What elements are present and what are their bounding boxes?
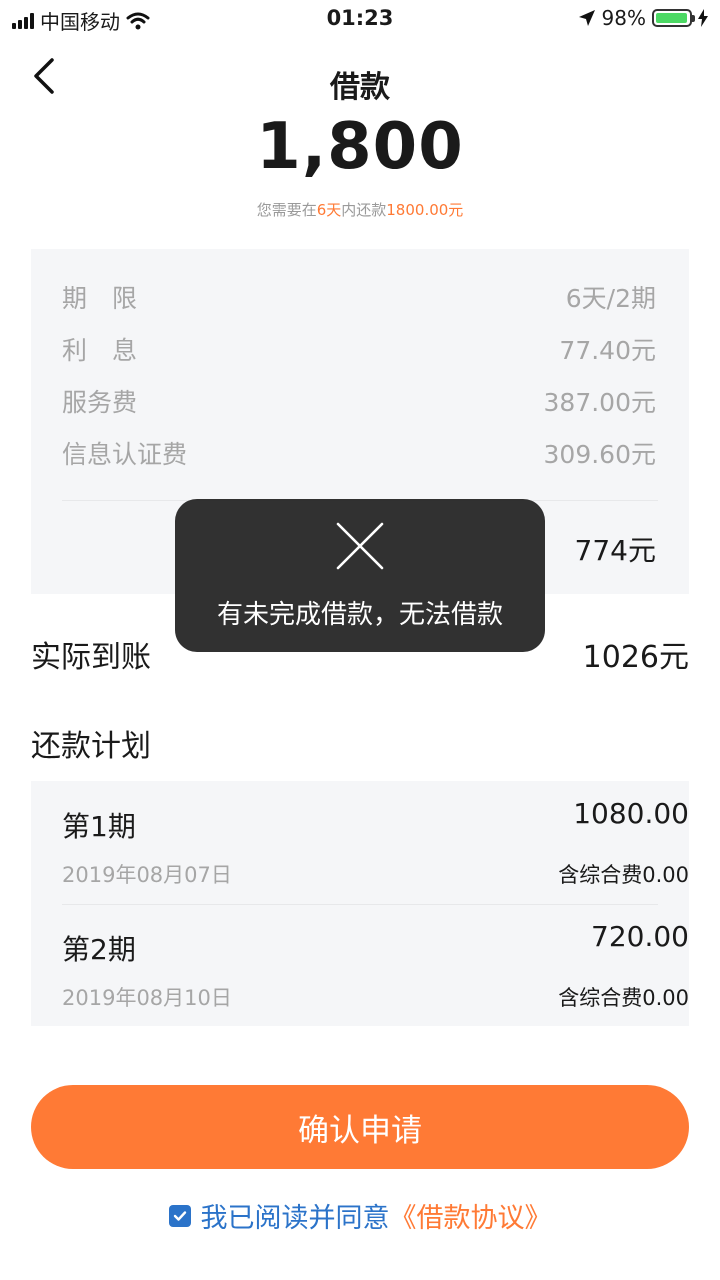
detail-row-term: 期 限 6天/2期 <box>62 277 656 317</box>
repayment-plan-title: 还款计划 <box>31 729 151 764</box>
detail-row-verification-fee: 信息认证费 309.60元 <box>62 433 656 473</box>
plan-period: 第2期 <box>62 933 136 966</box>
detail-value: 309.60元 <box>543 440 656 469</box>
agreement-row: 我已阅读并同意 《借款协议》 <box>0 1196 720 1235</box>
agreement-checkbox[interactable] <box>168 1204 191 1227</box>
battery-percent: 98% <box>601 6 646 30</box>
plan-amount: 720.00 <box>591 920 689 953</box>
total-fee-value: 774元 <box>574 534 656 567</box>
agreement-text: 我已阅读并同意 <box>200 1203 390 1234</box>
charging-icon <box>698 9 708 27</box>
actual-received-value: 1026元 <box>582 640 689 675</box>
plan-amount: 1080.00 <box>573 797 689 830</box>
battery-icon <box>652 9 695 27</box>
detail-value: 6天/2期 <box>565 284 656 313</box>
detail-label: 服务费 <box>62 388 138 417</box>
divider <box>62 904 658 905</box>
detail-value: 387.00元 <box>543 388 656 417</box>
repayment-hint: 您需要在6天内还款1800.00元 <box>0 199 720 220</box>
plan-fee: 含综合费0.00 <box>558 986 689 1010</box>
checkmark-icon <box>173 1210 186 1221</box>
location-arrow-icon <box>578 10 595 26</box>
plan-date: 2019年08月07日 <box>62 863 232 887</box>
plan-date: 2019年08月10日 <box>62 986 232 1010</box>
hint-amount: 1800.00元 <box>386 201 464 219</box>
loan-amount: 1,800 <box>256 110 464 184</box>
hint-days: 6天 <box>316 201 342 219</box>
detail-label: 信息认证费 <box>62 440 188 469</box>
plan-fee: 含综合费0.00 <box>558 863 689 887</box>
detail-row-service-fee: 服务费 387.00元 <box>62 381 656 421</box>
detail-label: 期 限 <box>62 284 138 313</box>
actual-received-label: 实际到账 <box>31 640 151 675</box>
plan-period: 第1期 <box>62 810 136 843</box>
detail-label: 利 息 <box>62 336 138 365</box>
page-title: 借款 <box>330 70 390 105</box>
hint-prefix: 您需要在 <box>256 201 317 219</box>
status-right: 98% <box>578 6 708 30</box>
agreement-link[interactable]: 《借款协议》 <box>390 1196 552 1235</box>
detail-row-interest: 利 息 77.40元 <box>62 329 656 369</box>
error-toast: 有未完成借款，无法借款 <box>175 499 545 652</box>
hint-mid: 内还款 <box>341 201 387 219</box>
confirm-apply-button[interactable]: 确认申请 <box>31 1085 689 1169</box>
close-x-icon <box>336 522 384 570</box>
detail-value: 77.40元 <box>559 336 656 365</box>
repayment-plan-card: 第1期 1080.00 2019年08月07日 含综合费0.00 第2期 720… <box>31 781 689 1026</box>
status-bar: 中国移动 01:23 98% <box>0 0 720 40</box>
toast-message: 有未完成借款，无法借款 <box>216 600 503 630</box>
